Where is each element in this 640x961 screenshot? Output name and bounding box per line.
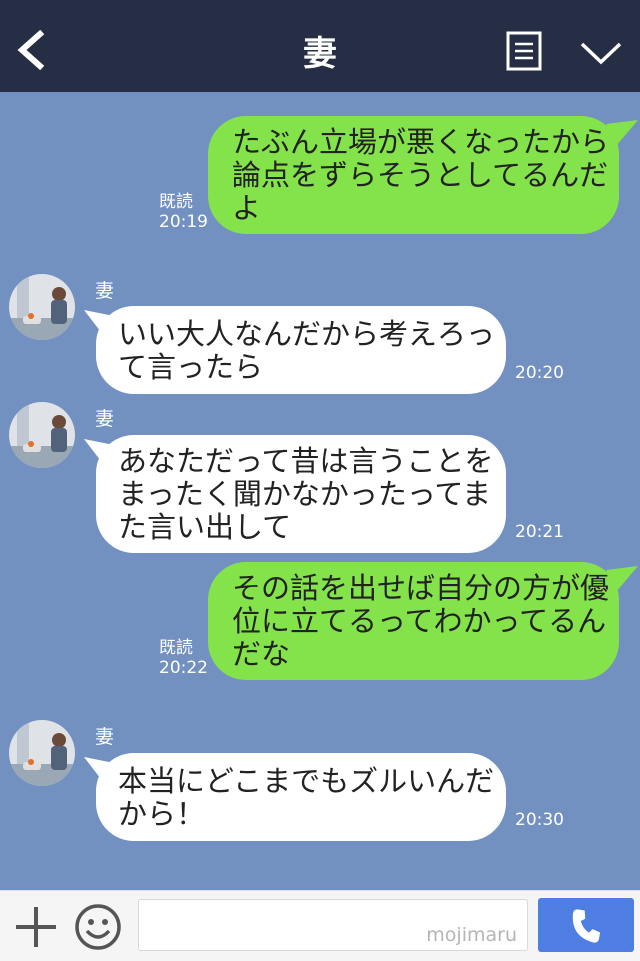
message-time: 20:30 bbox=[515, 810, 564, 830]
message-composer: mojimaru bbox=[0, 890, 640, 961]
read-receipt: 既読 20:22 bbox=[159, 638, 208, 678]
call-button[interactable] bbox=[538, 898, 634, 952]
incoming-message[interactable]: いい大人なんだから考えろって言ったら bbox=[96, 306, 506, 394]
chevron-down-icon[interactable] bbox=[578, 38, 624, 68]
bubble-tail bbox=[606, 566, 638, 592]
chat-title: 妻 bbox=[303, 34, 337, 74]
message-text: いい大人なんだから考えろって言ったら bbox=[118, 317, 496, 384]
smiley-icon[interactable] bbox=[74, 903, 122, 951]
incoming-message[interactable]: あなただって昔は言うことをまったく聞かなかったってまた言い出して bbox=[96, 435, 506, 553]
outgoing-message[interactable]: その話を出せば自分の方が優位に立てるってわかってるんだな bbox=[208, 562, 619, 680]
bubble-tail bbox=[606, 120, 638, 146]
read-receipt: 既読 20:19 bbox=[159, 192, 208, 232]
note-icon[interactable] bbox=[506, 31, 542, 71]
watermark: mojimaru bbox=[426, 924, 517, 946]
message-text: 本当にどこまでもズルいんだから！ bbox=[118, 764, 495, 831]
sender-name: 妻 bbox=[95, 726, 115, 748]
chat-area[interactable]: 既読 20:19 たぶん立場が悪くなったから論点をずらそうとしてるんだよ 妻 いい… bbox=[0, 92, 640, 890]
outgoing-message[interactable]: たぶん立場が悪くなったから論点をずらそうとしてるんだよ bbox=[208, 116, 619, 234]
avatar[interactable] bbox=[9, 402, 75, 468]
plus-icon[interactable] bbox=[14, 905, 58, 949]
message-time: 20:21 bbox=[515, 522, 564, 542]
avatar[interactable] bbox=[9, 720, 75, 786]
sender-name: 妻 bbox=[95, 280, 115, 302]
message-text: その話を出せば自分の方が優位に立てるってわかってるんだな bbox=[232, 571, 610, 671]
message-text: たぶん立場が悪くなったから論点をずらそうとしてるんだよ bbox=[232, 125, 610, 225]
avatar[interactable] bbox=[9, 274, 75, 340]
message-input[interactable]: mojimaru bbox=[138, 899, 528, 951]
message-text: あなただって昔は言うことをまったく聞かなかったってまた言い出して bbox=[118, 444, 494, 544]
sender-name: 妻 bbox=[95, 408, 115, 430]
phone-icon bbox=[572, 909, 601, 943]
chat-header: 妻 bbox=[0, 0, 640, 92]
message-time: 20:20 bbox=[515, 363, 564, 383]
incoming-message[interactable]: 本当にどこまでもズルいんだから！ bbox=[96, 753, 506, 841]
